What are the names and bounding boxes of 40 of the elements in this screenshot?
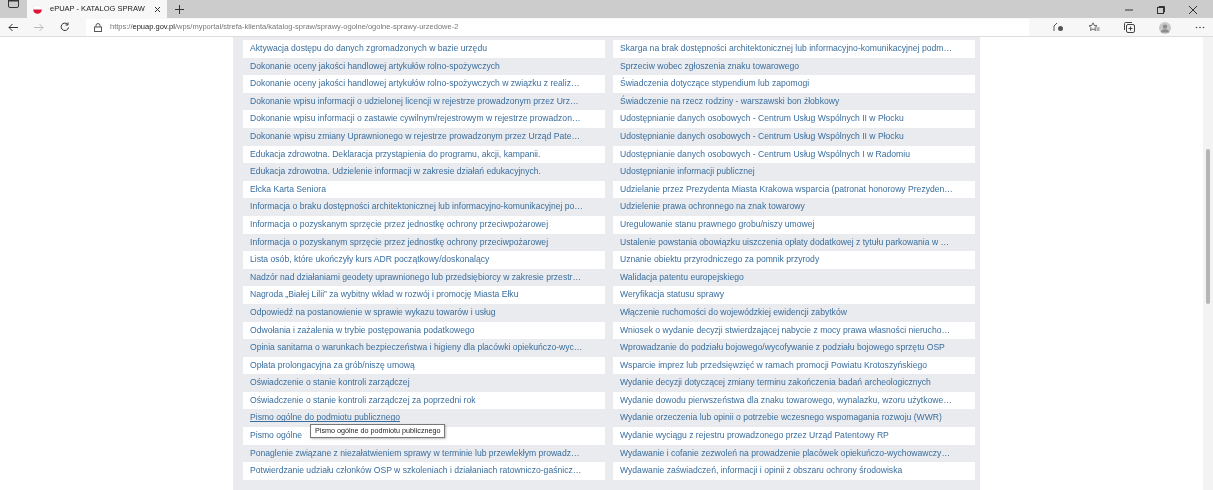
case-link[interactable]: Udostępnianie informacji publicznej [620, 166, 755, 177]
reload-icon[interactable] [60, 22, 70, 32]
case-link[interactable]: Weryfikacja statusu sprawy [620, 289, 724, 300]
flag-favicon-icon [33, 3, 42, 15]
case-link[interactable]: Informacja o braku dostępności architektonicznej lub informacyjno-komunikacyjnej po… [250, 201, 583, 212]
case-link[interactable]: Wydanie orzeczenia lub opinii o potrzebie wczesnego wspomagania rozwoju (WWR) [620, 412, 942, 423]
case-link[interactable]: Dokonanie oceny jakości handlowej artykułów rolno-spożywczych [250, 60, 500, 71]
case-link[interactable]: Dokonanie wpisu informacji o udzielonej licencji w rejestrze prowadzonym przez Urz… [250, 95, 579, 106]
case-link[interactable]: Sprzeciw wobec zgłoszenia znaku towarowego [620, 60, 800, 71]
collections-icon[interactable] [1124, 21, 1135, 33]
case-link[interactable]: Włączenie ruchomości do wojewódzkiej ewidencji zabytków [620, 306, 847, 317]
case-link[interactable]: Udzielenie prawa ochronnego na znak towarowy [620, 201, 805, 212]
case-link[interactable]: Wprowadzanie do podziału bojowego/wycofywanie z podziału bojowego sprzętu OSP [620, 342, 945, 353]
case-link[interactable]: Opinia sanitarna o warunkach bezpieczeństwa i higieny dla placówki opiekuńczo-wyc… [250, 342, 583, 353]
case-link[interactable]: Ełcka Karta Seniora [250, 183, 326, 194]
case-link[interactable]: Walidacja patentu europejskiego [620, 271, 744, 282]
lock-icon [94, 21, 102, 33]
favorites-star-icon[interactable] [1088, 22, 1100, 32]
case-link[interactable]: Informacja o pozyskanym sprzęcie przez jednostkę ochrony przeciwpożarowej [250, 236, 549, 247]
case-link[interactable]: Pismo ogólne do podmiotu publicznego [250, 412, 400, 423]
case-link[interactable]: Odpowiedź na postanowienie w sprawie wykazu towarów i usług [250, 306, 496, 317]
case-link[interactable]: Udostępnianie danych osobowych - Centrum Usług Wspólnych II w Płocku [620, 130, 904, 141]
case-link[interactable]: Oświadczenie o stanie kontroli zarządczej [250, 377, 410, 388]
case-link[interactable]: Edukacja zdrowotna. Udzielenie informacji w zakresie działań edukacyjnych. [250, 166, 541, 177]
case-link[interactable]: Ustalenie powstania obowiązku uiszczenia opłaty dodatkowej z tytułu parkowania w … [620, 236, 950, 247]
new-tab-icon[interactable] [175, 5, 184, 14]
case-link[interactable]: Świadczenie na rzecz rodziny - warszawski bon żłobkowy [620, 95, 840, 106]
scrollbar[interactable] [1203, 37, 1213, 490]
case-link[interactable]: Wydanie decyzji dotyczącej zmiany terminu zakończenia badań archeologicznych [620, 377, 931, 388]
case-link[interactable]: Pismo ogólne [250, 430, 303, 441]
case-link[interactable]: Ponaglenie związane z niezałatwieniem sprawy w terminie lub przewlekłym prowadz… [250, 447, 580, 458]
case-link[interactable]: Nadzór nad działaniami geodety uprawnionego lub przedsiębiorcy w zakresie przestr… [250, 271, 582, 282]
close-tab-icon[interactable] [154, 5, 161, 13]
case-link[interactable]: Dokonanie wpisu zmiany Uprawnionego w rejestrze prowadzonym przez Urząd Pate… [250, 130, 581, 141]
case-link[interactable]: Wydawanie i cofanie zezwoleń na prowadzenie placówek opiekuńczo-wychowawczy… [620, 447, 950, 458]
more-icon[interactable] [1195, 25, 1205, 29]
scrollbar-thumb[interactable] [1206, 149, 1210, 304]
restore-icon[interactable] [1157, 6, 1165, 14]
close-window-icon[interactable] [1189, 6, 1197, 14]
back-icon[interactable] [8, 22, 18, 32]
